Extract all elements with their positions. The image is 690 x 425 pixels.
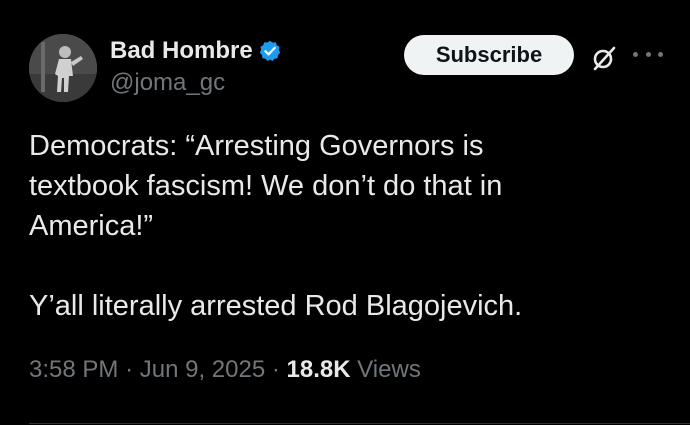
tweet-text-line: Y’all literally arrested Rod Blagojevich… bbox=[29, 290, 523, 322]
avatar-image bbox=[29, 34, 97, 102]
separator-dot: · bbox=[271, 356, 287, 383]
avatar[interactable] bbox=[29, 34, 97, 102]
separator-dot: · bbox=[125, 356, 140, 383]
tweet-meta: 3:58 PM · Jun 9, 2025 · 18.8K Views bbox=[29, 356, 421, 384]
dot bbox=[633, 51, 638, 57]
views-label: Views bbox=[357, 356, 421, 383]
dot bbox=[658, 51, 663, 57]
subscribe-button[interactable]: Subscribe bbox=[404, 35, 574, 75]
verified-badge-icon bbox=[259, 40, 281, 62]
tweet-text: Democrats: “Arresting Governors is textb… bbox=[29, 126, 669, 326]
author-handle[interactable]: @joma_gc bbox=[110, 69, 281, 97]
grok-icon[interactable] bbox=[590, 44, 618, 72]
tweet-text-line: textbook fascism! We don’t do that in bbox=[29, 170, 503, 202]
dot bbox=[645, 51, 651, 57]
author-info[interactable]: Bad Hombre @joma_gc bbox=[110, 34, 281, 97]
more-options-icon[interactable] bbox=[633, 42, 663, 66]
tweet-time[interactable]: 3:58 PM bbox=[29, 356, 118, 383]
views-count: 18.8K bbox=[286, 356, 351, 383]
tweet-text-line bbox=[29, 246, 669, 286]
tweet-text-line: America!” bbox=[29, 210, 154, 242]
tweet-date[interactable]: Jun 9, 2025 bbox=[140, 356, 265, 383]
tweet-text-line: Democrats: “Arresting Governors is bbox=[29, 130, 484, 162]
author-display-name[interactable]: Bad Hombre bbox=[110, 37, 253, 65]
divider bbox=[29, 423, 690, 424]
